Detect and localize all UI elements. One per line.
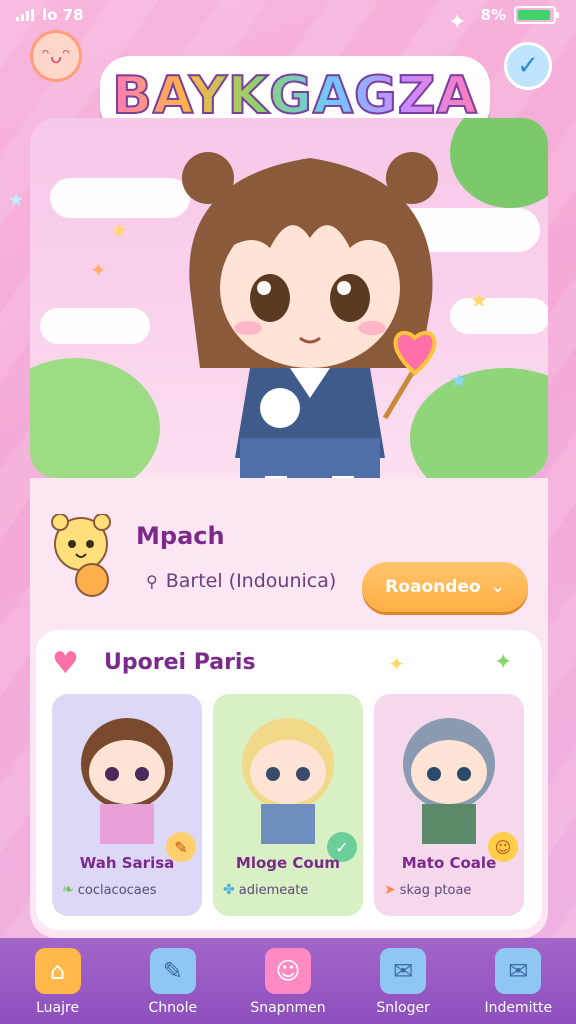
nav-item-gift[interactable]: ☺ Snapnmen [238,948,338,1016]
character-card-image [242,718,334,844]
home-icon: ⌂ [34,948,81,994]
sparkle-icon: ✦ [388,652,405,676]
battery-percent: 8% [480,6,506,24]
nav-label: Snapnmen [250,1000,326,1016]
nav-label: Luajre [36,1000,80,1016]
profile-subtitle: ⚲ Bartel (Indounica) [146,570,336,592]
status-time: lo 78 [42,6,84,24]
nav-label: Snloger [376,1000,430,1016]
arrow-icon: ➤ [384,882,396,898]
pet-avatar-icon [51,514,111,597]
character-hero-image: ★ ★ ★ ✦ [30,118,548,478]
character-card-tag: ➤ skag ptoae [384,882,518,898]
character-card-image [81,718,173,844]
recommend-dropdown-button[interactable]: Roaondeo ⌄ [362,562,528,612]
battery-icon [514,6,559,24]
character-card-tag-text: adiemeate [238,882,309,898]
character-card-name: Mloge Coum [235,854,341,872]
mailbox-icon: ✉ [495,948,542,994]
chevron-down-icon: ⌄ [490,577,505,597]
character-card-tag-text: skag ptoae [399,882,472,898]
character-card[interactable]: ✎ Wah Sarisa ❧ coclacocaes [52,694,202,916]
chat-edit-icon: ✎ [149,948,196,994]
clover-icon: ✤ [223,882,235,898]
verified-check-icon[interactable]: ✓ [504,42,552,90]
sun-icon: ᵔᴗᵔ [30,30,82,82]
character-card-tag-text: coclacocaes [77,882,157,898]
character-illustration [182,152,438,478]
nav-label: Chnole [148,1000,198,1016]
character-card-tag: ✤ adiemeate [223,882,357,898]
leaf-icon: ❧ [62,882,74,898]
character-card-name: Mato Coale [401,854,497,872]
user-icon: ⚲ [146,571,158,591]
app-logo-text: BAYKGAGZA [111,65,478,127]
heart-icon: ♥ [52,646,79,681]
gift-box-icon: ☺ [264,948,311,994]
character-card-image [403,718,495,844]
sparkle-icon: ✦ [448,10,467,35]
bottom-nav: ⌂ Luajre ✎ Chnole ☺ Snapnmen ✉ Snloger ✉… [0,938,576,1024]
character-card[interactable]: ☺ Mato Coale ➤ skag ptoae [374,694,524,916]
mail-icon: ✉ [380,948,427,994]
updates-title: Uporei Paris [104,650,256,675]
character-card[interactable]: ✓ Mloge Coum ✤ adiemeate [213,694,363,916]
nav-item-mailbox[interactable]: ✉ Indemitte [468,948,568,1016]
sparkle-icon: ★ [8,190,25,211]
nav-item-chat[interactable]: ✎ Chnole [123,948,223,1016]
nav-item-mail[interactable]: ✉ Snloger [353,948,453,1016]
character-card-tag: ❧ coclacocaes [62,882,196,898]
profile-subtitle-text: Bartel (Indounica) [165,570,337,592]
status-bar: lo 78 8% [0,0,576,34]
nav-item-home[interactable]: ⌂ Luajre [8,948,108,1016]
signal-icon [16,9,34,21]
nav-label: Indemitte [484,1000,553,1016]
profile-name: Mpach [136,522,225,550]
recommend-label: Roaondeo [385,577,481,597]
sparkle-icon: ✦ [494,650,513,675]
character-card-name: Wah Sarisa [79,854,175,872]
